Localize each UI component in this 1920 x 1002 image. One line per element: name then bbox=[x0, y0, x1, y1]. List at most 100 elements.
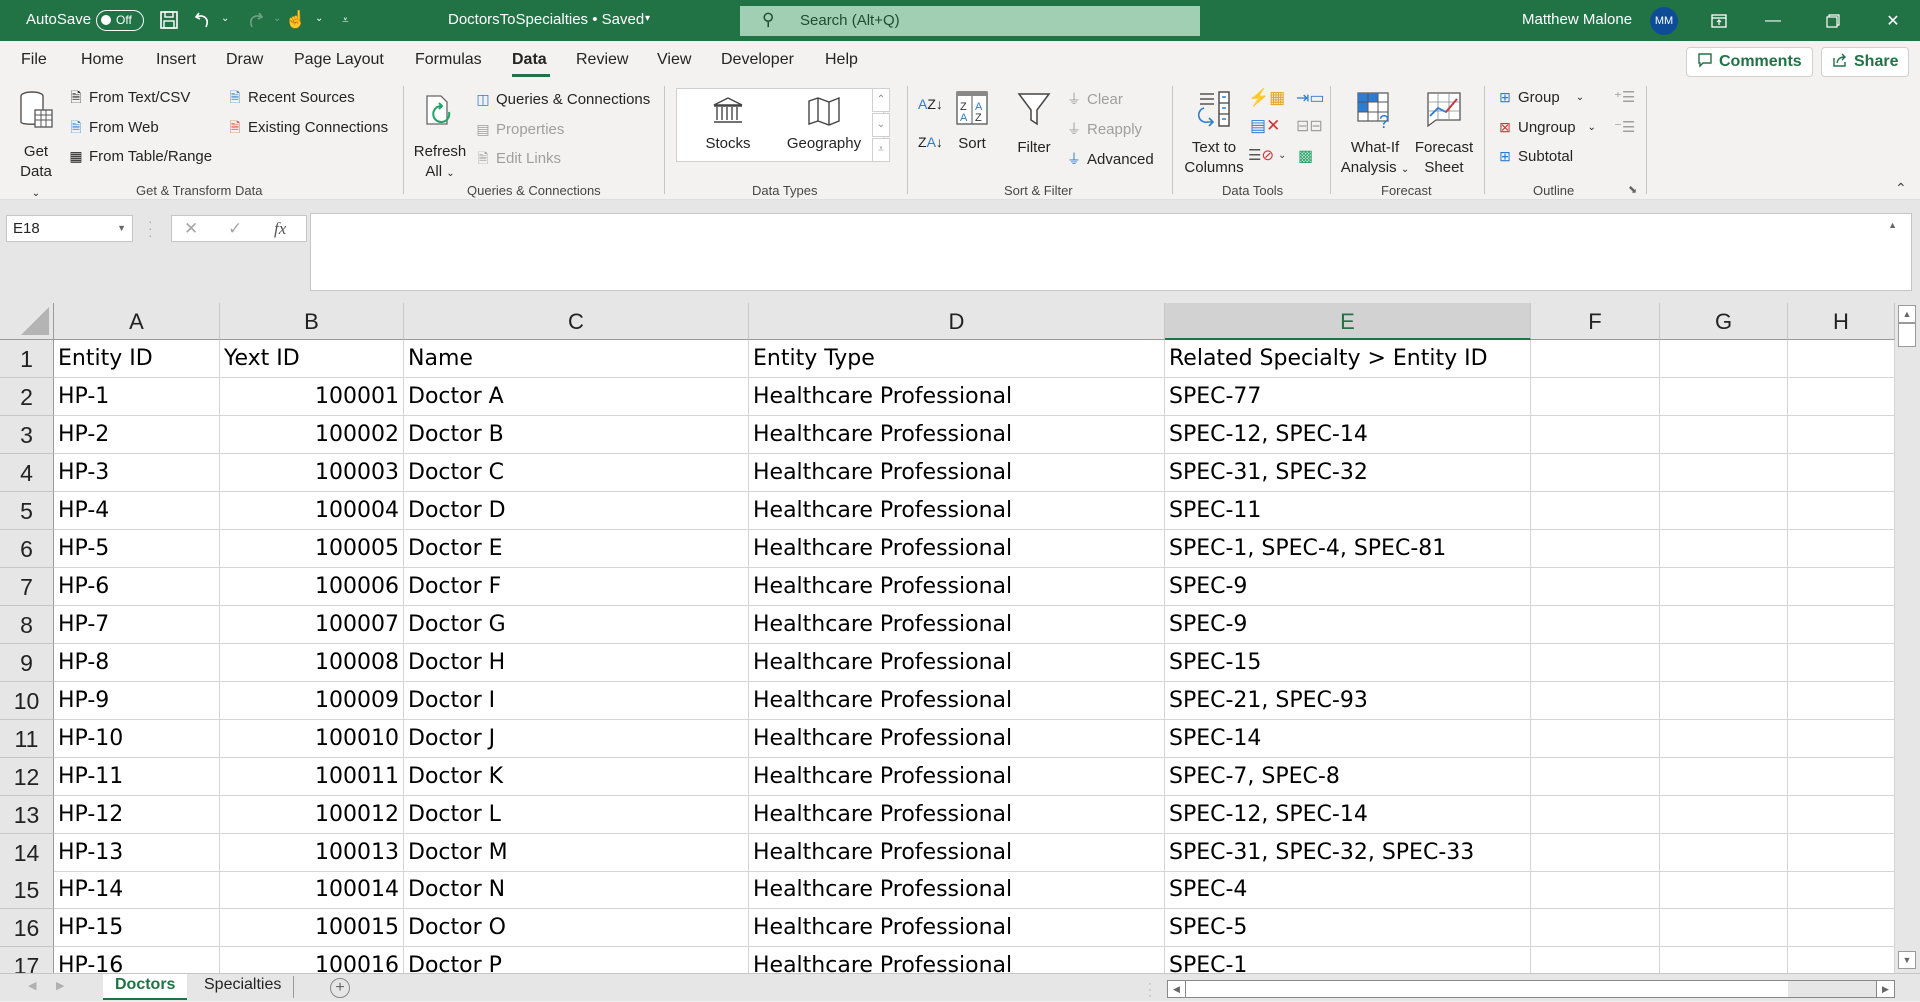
ribbon-display-options-icon[interactable] bbox=[1696, 0, 1742, 41]
cell-f8[interactable] bbox=[1531, 605, 1660, 644]
tab-file[interactable]: File bbox=[21, 51, 47, 69]
cell-a10[interactable]: HP-9 bbox=[54, 681, 220, 720]
spreadsheet-grid[interactable]: ABCDEFGH 1 Entity ID Yext ID Name Entity Typ… bbox=[0, 303, 1920, 973]
cell-d5[interactable]: Healthcare Professional bbox=[749, 491, 1165, 530]
tab-splitter[interactable]: · · · bbox=[1148, 977, 1152, 1001]
cell-h8[interactable] bbox=[1788, 605, 1895, 644]
name-box-dropdown-icon[interactable]: ▼ bbox=[117, 223, 126, 233]
cell-e12[interactable]: SPEC-7, SPEC-8 bbox=[1165, 757, 1531, 796]
row-header[interactable]: 6 bbox=[0, 529, 54, 568]
cell-b10[interactable]: 100009 bbox=[220, 681, 404, 720]
row-header[interactable]: 11 bbox=[0, 719, 54, 758]
group-button[interactable]: ⊞ Group ⌄ bbox=[1496, 88, 1584, 106]
cell-a9[interactable]: HP-8 bbox=[54, 643, 220, 682]
cell-g8[interactable] bbox=[1660, 605, 1788, 644]
get-data-button[interactable]: Get Data ⌄ bbox=[14, 90, 58, 204]
restore-icon[interactable] bbox=[1810, 0, 1856, 41]
cell-e6[interactable]: SPEC-1, SPEC-4, SPEC-81 bbox=[1165, 529, 1531, 568]
cell-b2[interactable]: 100001 bbox=[220, 378, 404, 416]
cell-f12[interactable] bbox=[1531, 757, 1660, 796]
cell-b1[interactable]: Yext ID bbox=[220, 340, 404, 378]
cell-d2[interactable]: Healthcare Professional bbox=[749, 378, 1165, 416]
avatar[interactable]: MM bbox=[1650, 7, 1678, 35]
collapse-ribbon-icon[interactable]: ⌃ bbox=[1895, 180, 1907, 197]
row-header[interactable]: 12 bbox=[0, 757, 54, 796]
cell-e14[interactable]: SPEC-31, SPEC-32, SPEC-33 bbox=[1165, 833, 1531, 872]
cell-f9[interactable] bbox=[1531, 643, 1660, 682]
touch-mode-icon[interactable]: ☝ bbox=[285, 9, 307, 31]
cell-g11[interactable] bbox=[1660, 719, 1788, 758]
tab-formulas[interactable]: Formulas bbox=[415, 51, 482, 69]
cell-b13[interactable]: 100012 bbox=[220, 795, 404, 834]
cell-a11[interactable]: HP-10 bbox=[54, 719, 220, 758]
scroll-left-icon[interactable]: ◀ bbox=[1168, 981, 1186, 997]
cell-c1[interactable]: Name bbox=[404, 340, 749, 378]
cell-b5[interactable]: 100004 bbox=[220, 491, 404, 530]
cell-c6[interactable]: Doctor E bbox=[404, 529, 749, 568]
cell-g10[interactable] bbox=[1660, 681, 1788, 720]
cell-b12[interactable]: 100011 bbox=[220, 757, 404, 796]
refresh-all-button[interactable]: Refresh All ⌄ bbox=[412, 90, 468, 184]
geography-button[interactable]: Geography bbox=[780, 96, 868, 154]
cell-e11[interactable]: SPEC-14 bbox=[1165, 719, 1531, 758]
scroll-right-icon[interactable]: ▶ bbox=[1876, 981, 1894, 997]
cell-c8[interactable]: Doctor G bbox=[404, 605, 749, 644]
cell-c4[interactable]: Doctor C bbox=[404, 453, 749, 492]
row-header[interactable]: 10 bbox=[0, 681, 54, 720]
cell-c13[interactable]: Doctor L bbox=[404, 795, 749, 834]
enter-icon[interactable]: ✓ bbox=[228, 219, 242, 239]
cell-g1[interactable] bbox=[1660, 340, 1788, 378]
cell-f16[interactable] bbox=[1531, 909, 1660, 948]
cell-h3[interactable] bbox=[1788, 415, 1895, 454]
row-header[interactable]: 14 bbox=[0, 833, 54, 872]
existing-connections-button[interactable]: 🗎 Existing Connections bbox=[226, 118, 388, 136]
column-header-f[interactable]: F bbox=[1531, 303, 1660, 340]
column-header-a[interactable]: A bbox=[54, 303, 220, 340]
collapse-formula-bar-icon[interactable]: ▲ bbox=[1888, 220, 1897, 230]
cell-c10[interactable]: Doctor I bbox=[404, 681, 749, 720]
cell-f13[interactable] bbox=[1531, 795, 1660, 834]
recent-sources-button[interactable]: 🗎 Recent Sources bbox=[226, 88, 354, 106]
cell-g4[interactable] bbox=[1660, 453, 1788, 492]
next-sheet-icon[interactable]: ▶ bbox=[56, 979, 64, 992]
cell-d15[interactable]: Healthcare Professional bbox=[749, 871, 1165, 910]
undo-icon[interactable] bbox=[192, 9, 214, 31]
row-header[interactable]: 15 bbox=[0, 871, 54, 910]
cell-b11[interactable]: 100010 bbox=[220, 719, 404, 758]
sheet-tab-doctors[interactable]: Doctors bbox=[103, 974, 188, 1000]
from-table-range-button[interactable]: ▦ From Table/Range bbox=[67, 147, 212, 165]
cell-f6[interactable] bbox=[1531, 529, 1660, 568]
cell-e15[interactable]: SPEC-4 bbox=[1165, 871, 1531, 910]
row-header[interactable]: 7 bbox=[0, 567, 54, 606]
cell-g7[interactable] bbox=[1660, 567, 1788, 606]
tab-developer[interactable]: Developer bbox=[721, 51, 794, 69]
cell-f5[interactable] bbox=[1531, 491, 1660, 530]
from-text-csv-button[interactable]: 🗎 From Text/CSV bbox=[67, 88, 190, 106]
add-sheet-icon[interactable]: + bbox=[330, 978, 350, 998]
ungroup-button[interactable]: ⊠ Ungroup ⌄ bbox=[1496, 118, 1596, 136]
consolidate-button[interactable]: ⇥▭ bbox=[1296, 88, 1325, 108]
cell-d17[interactable]: Healthcare Professional bbox=[749, 947, 1165, 973]
cell-d9[interactable]: Healthcare Professional bbox=[749, 643, 1165, 682]
forecast-sheet-button[interactable]: Forecast Sheet bbox=[1412, 90, 1476, 178]
cell-d1[interactable]: Entity Type bbox=[749, 340, 1165, 378]
cell-a7[interactable]: HP-6 bbox=[54, 567, 220, 606]
flash-fill-button[interactable]: ⚡▦ bbox=[1248, 88, 1285, 108]
close-icon[interactable]: ✕ bbox=[1870, 0, 1916, 41]
gallery-up-icon[interactable]: ⌃ bbox=[872, 88, 890, 112]
row-header[interactable]: 16 bbox=[0, 909, 54, 948]
tab-help[interactable]: Help bbox=[825, 51, 858, 69]
cell-d8[interactable]: Healthcare Professional bbox=[749, 605, 1165, 644]
cell-h9[interactable] bbox=[1788, 643, 1895, 682]
filter-button[interactable]: Filter bbox=[1012, 90, 1056, 158]
undo-dropdown-icon[interactable]: ⌄ bbox=[221, 13, 229, 24]
cell-a8[interactable]: HP-7 bbox=[54, 605, 220, 644]
cell-f17[interactable] bbox=[1531, 947, 1660, 973]
cell-g16[interactable] bbox=[1660, 909, 1788, 948]
insert-function-icon[interactable]: fx bbox=[274, 219, 286, 239]
tab-data[interactable]: Data bbox=[512, 51, 547, 69]
cell-c14[interactable]: Doctor M bbox=[404, 833, 749, 872]
cell-g14[interactable] bbox=[1660, 833, 1788, 872]
gallery-more-icon[interactable]: ⩡ bbox=[872, 138, 890, 162]
cell-h14[interactable] bbox=[1788, 833, 1895, 872]
